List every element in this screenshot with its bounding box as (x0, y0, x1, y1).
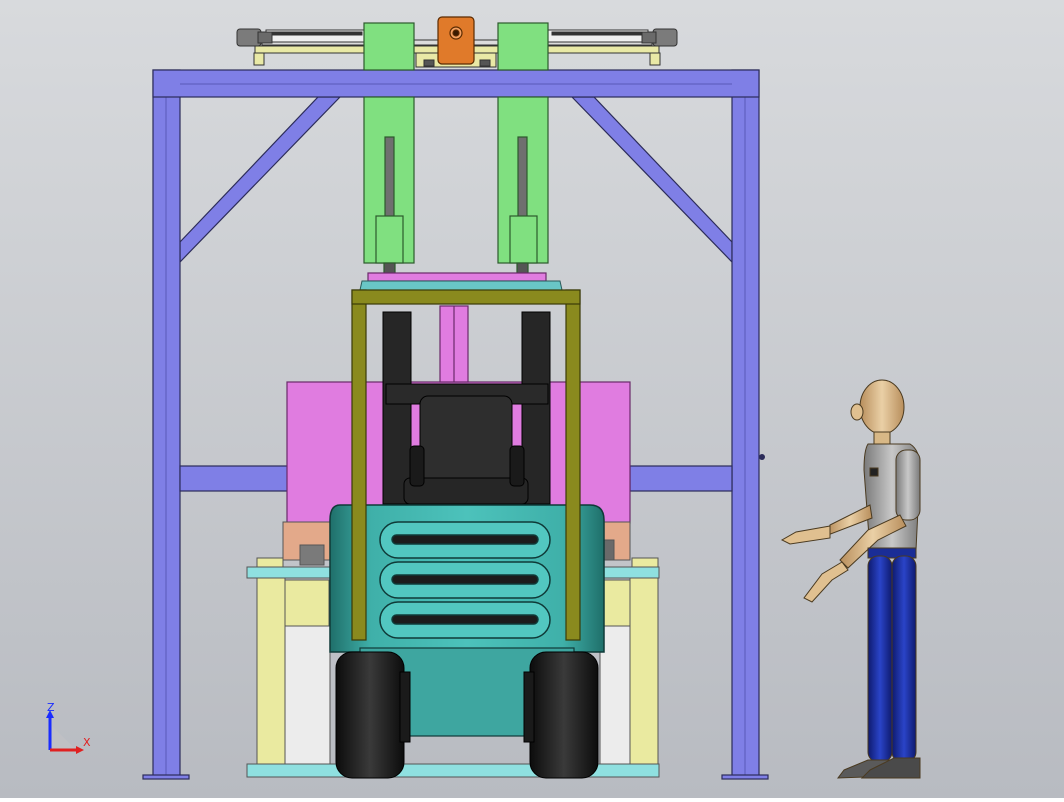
cad-drawing: Z X (0, 0, 1064, 798)
left-lift-cylinder[interactable] (363, 22, 415, 276)
grille (379, 521, 551, 639)
right-actuator-motor (652, 28, 678, 47)
person-right-leg (891, 555, 917, 763)
right-fork (521, 311, 551, 505)
left-front-wheel (335, 651, 411, 779)
left-base-plate (142, 774, 190, 780)
frame-bolt (759, 454, 765, 460)
right-lift-cylinder[interactable] (497, 22, 549, 276)
left-fork (382, 311, 412, 505)
cad-viewport[interactable]: Z X (0, 0, 1064, 798)
left-actuator-motor (236, 28, 262, 47)
triad-x-label: X (83, 736, 91, 749)
triad-z-label: Z (47, 701, 55, 714)
right-base-plate (721, 774, 769, 780)
orange-mount-bracket[interactable] (437, 16, 475, 65)
person-left-leg (867, 555, 893, 763)
left-cross-beam (179, 465, 291, 492)
right-front-wheel (523, 651, 599, 779)
person-head (859, 379, 905, 435)
right-cross-beam (629, 465, 733, 492)
operator-seat (403, 395, 529, 505)
lift-plate (359, 280, 563, 291)
